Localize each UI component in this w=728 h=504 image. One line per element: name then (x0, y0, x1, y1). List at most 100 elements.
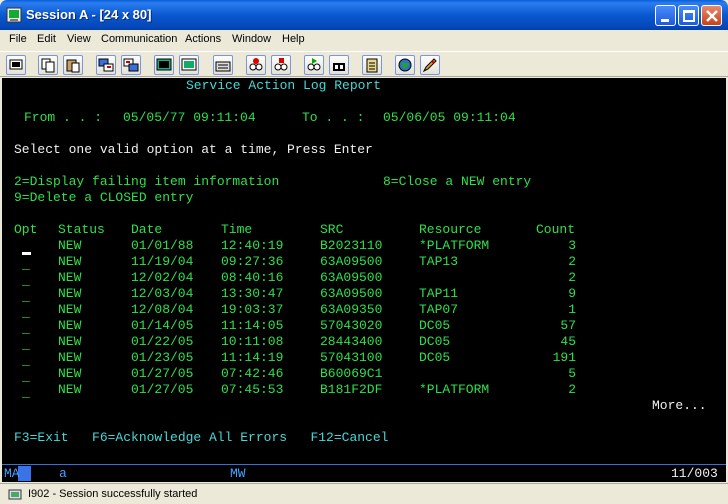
row-opt[interactable]: _ (22, 321, 30, 337)
maximize-icon (683, 10, 695, 22)
row-date: 01/01/88 (131, 238, 194, 253)
row-count: 5 (568, 366, 576, 381)
operator-info-area: MA a MW 11/003 (2, 464, 726, 482)
edit-button[interactable] (420, 55, 440, 75)
row-count: 1 (568, 302, 576, 317)
display-button[interactable] (154, 55, 174, 75)
row-time: 19:03:37 (221, 302, 284, 317)
row-date: 12/03/04 (131, 286, 194, 301)
more-indicator: More... (652, 398, 707, 413)
cursor-position: 11/003 (671, 466, 718, 481)
row-date: 12/02/04 (131, 270, 194, 285)
row-count: 45 (560, 334, 576, 349)
menu-file[interactable]: File (9, 33, 27, 45)
stop-macro-button[interactable] (271, 55, 291, 75)
web-button[interactable] (395, 55, 415, 75)
run-macro-icon (333, 63, 345, 71)
row-status: NEW (58, 302, 82, 317)
receive-icon (123, 58, 139, 72)
row-opt[interactable]: _ (22, 289, 30, 305)
copy-button[interactable] (38, 55, 58, 75)
row-src: 63A09500 (320, 254, 383, 269)
globe-icon (398, 58, 412, 72)
row-count: 2 (568, 270, 576, 285)
record-macro-button[interactable] (246, 55, 266, 75)
send-icon (98, 58, 114, 72)
run-macro-button[interactable] (329, 55, 349, 75)
row-date: 01/27/05 (131, 382, 194, 397)
row-resource: TAP13 (419, 254, 459, 269)
column-header-count: Count (536, 222, 576, 237)
menu-view[interactable]: View (67, 33, 91, 45)
clipboard-icon (366, 58, 378, 73)
menu-window[interactable]: Window (232, 33, 271, 45)
option-2-text: 2=Display failing item information (14, 174, 280, 189)
toolbar (0, 51, 728, 77)
row-opt[interactable]: _ (22, 337, 30, 353)
screen-title: Service Action Log Report (186, 78, 382, 93)
row-opt[interactable]: _ (22, 385, 30, 401)
macro-button[interactable] (213, 55, 233, 75)
terminal-screen[interactable]: Service Action Log Report From . . : 05/… (2, 78, 726, 464)
row-src: 57043100 (320, 350, 383, 365)
menu-communication[interactable]: Communication (101, 33, 177, 45)
row-src: B181F2DF (320, 382, 383, 397)
menu-actions[interactable]: Actions (185, 33, 221, 45)
row-count: 2 (568, 254, 576, 269)
a-indicator: a (59, 466, 67, 481)
row-date: 11/19/04 (131, 254, 194, 269)
display-icon (156, 58, 172, 71)
row-time: 11:14:05 (221, 318, 284, 333)
send-file-button[interactable] (96, 55, 116, 75)
print-screen-button[interactable] (6, 55, 26, 75)
row-opt[interactable]: _ (22, 273, 30, 289)
row-status: NEW (58, 238, 82, 253)
row-status: NEW (58, 366, 82, 381)
row-status: NEW (58, 286, 82, 301)
row-src: 28443400 (320, 334, 383, 349)
column-header-opt: Opt (14, 222, 38, 237)
minimize-icon (661, 19, 669, 22)
row-time: 12:40:19 (221, 238, 284, 253)
title-bar[interactable]: Session A - [24 x 80] (0, 0, 728, 30)
menu-edit[interactable]: Edit (37, 33, 56, 45)
paste-button[interactable] (63, 55, 83, 75)
play-macro-icon (307, 58, 321, 71)
maximize-button[interactable] (678, 5, 699, 26)
row-opt[interactable]: _ (22, 305, 30, 321)
row-time: 13:30:47 (221, 286, 284, 301)
minimize-button[interactable] (655, 5, 676, 26)
row-src: B2023110 (320, 238, 383, 253)
column-header-status: Status (58, 222, 105, 237)
keypad-button[interactable] (179, 55, 199, 75)
function-keys[interactable]: F3=Exit F6=Acknowledge All Errors F12=Ca… (14, 430, 388, 446)
row-resource: TAP11 (419, 286, 459, 301)
play-macro-button[interactable] (304, 55, 324, 75)
row-opt[interactable]: _ (22, 353, 30, 369)
option-8-text: 8=Close a NEW entry (383, 174, 532, 189)
row-count: 191 (552, 350, 576, 365)
row-date: 01/14/05 (131, 318, 194, 333)
column-header-time: Time (221, 222, 253, 237)
row-time: 08:40:16 (221, 270, 284, 285)
from-value: 05/05/77 09:11:04 (123, 110, 256, 125)
status-message: I902 - Session successfully started (28, 488, 198, 500)
close-icon (706, 10, 718, 22)
row-opt[interactable]: _ (22, 257, 30, 273)
paste-icon (66, 59, 80, 73)
row-status: NEW (58, 254, 82, 269)
clipboard-button[interactable] (362, 55, 382, 75)
menu-bar: File Edit View Communication Actions Win… (0, 30, 728, 50)
receive-file-button[interactable] (121, 55, 141, 75)
close-button[interactable] (701, 5, 722, 26)
mw-indicator: MW (230, 466, 246, 481)
row-opt[interactable]: _ (22, 369, 30, 385)
column-header-date: Date (131, 222, 163, 237)
session-status-icon (8, 489, 22, 500)
row-resource: DC05 (419, 318, 451, 333)
row-src: 63A09500 (320, 286, 383, 301)
row-time: 09:27:36 (221, 254, 284, 269)
menu-help[interactable]: Help (282, 33, 305, 45)
row-src: 63A09350 (320, 302, 383, 317)
row-resource: *PLATFORM (419, 238, 490, 253)
